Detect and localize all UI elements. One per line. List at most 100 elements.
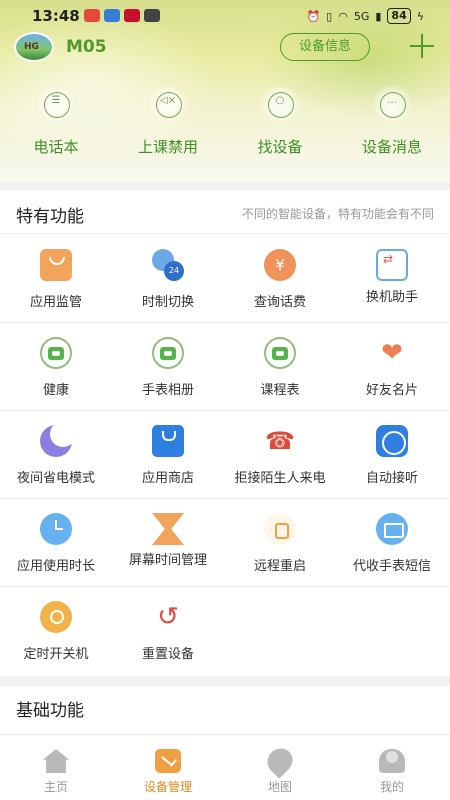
vibrate-icon: ▯ (326, 9, 333, 23)
map-icon (262, 743, 298, 779)
charging-icon: ϟ (416, 9, 424, 23)
quick-label: 设备消息 (361, 138, 422, 156)
device-info-button[interactable]: 设备信息 (280, 33, 370, 61)
grid-item-label: 重置设备 (141, 647, 194, 662)
grid-item-health[interactable]: 健康 (0, 322, 112, 410)
section-title: 基础功能 (16, 701, 84, 721)
network-type: 5G (353, 9, 370, 23)
time-format-icon: 24 (152, 249, 184, 281)
phone-bill-icon: ¥ (264, 249, 296, 281)
device-avatar[interactable] (14, 32, 54, 62)
bottom-nav: 主页 设备管理 地图 我的 (0, 734, 450, 800)
grid-item-screen-time[interactable]: 屏幕时间管理 (112, 498, 224, 586)
nav-label: 地图 (267, 780, 292, 794)
watch-album-icon (152, 337, 184, 369)
grid-item-label: 课程表 (260, 383, 300, 398)
quick-actions: ☰ 电话本 ◁× 上课禁用 ○ 找设备 … 设备消息 (0, 86, 450, 166)
grid-item-label: 代收手表短信 (352, 559, 431, 574)
alarm-icon: ⏰ (306, 9, 321, 23)
auto-answer-icon (376, 425, 408, 457)
grid-item-label: 夜间省电模式 (16, 471, 95, 486)
wechat-icon (144, 9, 160, 22)
grid-item-label: 换机助手 (365, 290, 418, 305)
grid-item-app-usage[interactable]: 应用使用时长 (0, 498, 112, 586)
timetable-icon (264, 337, 296, 369)
grid-item-label: 应用使用时长 (16, 559, 95, 574)
section-header: 特有功能 不同的智能设备，特有功能会有不同 (0, 190, 450, 234)
quick-find-device[interactable]: ○ 找设备 (224, 86, 336, 157)
reset-icon: ↺ (157, 602, 179, 632)
status-time: 13:48 (32, 7, 80, 25)
special-functions-section: 特有功能 不同的智能设备，特有功能会有不同 应用监管 24 时制切换 ¥ 查询话… (0, 190, 450, 676)
app-usage-icon (40, 513, 72, 545)
profile-icon (379, 749, 405, 773)
status-bar: 13:48 ⏰ ▯ ◠ 5G ▮ 84 ϟ (0, 0, 450, 32)
quick-label: 上课禁用 (137, 138, 198, 156)
app-monitor-icon (40, 249, 72, 281)
grid-item-watch-album[interactable]: 手表相册 (112, 322, 224, 410)
notification-icons (84, 9, 160, 22)
screen-time-icon (152, 513, 184, 545)
grid-item-app-store[interactable]: 应用商店 (112, 410, 224, 498)
device-manage-icon (155, 749, 181, 773)
stock-app-icon (84, 9, 100, 22)
remote-reboot-icon (264, 513, 296, 545)
device-switch-icon (376, 249, 408, 281)
home-icon (43, 749, 69, 773)
power-schedule-icon (40, 601, 72, 633)
grid-item-reject-call[interactable]: ☎ 拒接陌生人来电 (224, 410, 336, 498)
health-icon (40, 337, 72, 369)
grid-item-label: 查询话费 (253, 295, 306, 310)
phonebook-icon: ☰ (35, 86, 77, 122)
grid-item-reset-device[interactable]: ↺ 重置设备 (112, 586, 224, 674)
signal-icon: ▮ (375, 9, 382, 23)
grid-item-timetable[interactable]: 课程表 (224, 322, 336, 410)
wifi-icon: ◠ (338, 9, 348, 23)
quick-label: 找设备 (257, 138, 303, 156)
grid-item-night-mode[interactable]: 夜间省电模式 (0, 410, 112, 498)
grid-item-label: 拒接陌生人来电 (234, 471, 326, 486)
quick-class-mute[interactable]: ◁× 上课禁用 (112, 86, 224, 157)
find-device-icon: ○ (259, 86, 301, 122)
section-title: 特有功能 (16, 207, 84, 227)
device-name[interactable]: M05 (66, 37, 107, 57)
bank-app-icon (124, 9, 140, 22)
plus-icon[interactable] (408, 32, 436, 60)
status-indicators: ⏰ ▯ ◠ 5G ▮ 84 ϟ (306, 8, 424, 24)
basic-functions-section: 基础功能 (0, 686, 450, 734)
mute-icon: ◁× (147, 86, 189, 122)
grid-item-label: 应用商店 (141, 471, 194, 486)
nav-label: 设备管理 (143, 780, 192, 794)
grid-item-label: 手表相册 (141, 383, 194, 398)
quick-label: 电话本 (33, 138, 79, 156)
grid-item-label: 健康 (42, 383, 69, 398)
quick-phonebook[interactable]: ☰ 电话本 (0, 86, 112, 157)
quick-device-message[interactable]: … 设备消息 (336, 86, 448, 157)
grid-item-phone-bill[interactable]: ¥ 查询话费 (224, 234, 336, 322)
grid-item-friend-card[interactable]: ❤ 好友名片 (336, 322, 448, 410)
grid-item-label: 应用监管 (29, 295, 82, 310)
grid-item-power-schedule[interactable]: 定时开关机 (0, 586, 112, 674)
app-store-icon (152, 425, 184, 457)
grid-item-label: 时制切换 (141, 295, 194, 310)
grid-item-label: 好友名片 (365, 383, 418, 398)
boss-app-icon (104, 9, 120, 22)
grid-item-remote-reboot[interactable]: 远程重启 (224, 498, 336, 586)
friend-card-icon: ❤ (381, 338, 403, 368)
message-icon: … (371, 86, 413, 122)
header-area: 13:48 ⏰ ▯ ◠ 5G ▮ 84 ϟ M05 设备信息 ☰ 电话本 ◁× (0, 0, 450, 182)
grid-item-time-format[interactable]: 24 时制切换 (112, 234, 224, 322)
grid-item-auto-answer[interactable]: 自动接听 (336, 410, 448, 498)
nav-profile[interactable]: 我的 (336, 735, 448, 800)
nav-device-manage[interactable]: 设备管理 (112, 735, 224, 800)
nav-home[interactable]: 主页 (0, 735, 112, 800)
grid-item-sms-collect[interactable]: 代收手表短信 (336, 498, 448, 586)
night-mode-icon (40, 421, 76, 457)
grid-item-label: 自动接听 (365, 471, 418, 486)
reject-call-icon: ☎ (265, 427, 295, 455)
device-topbar: M05 设备信息 (0, 30, 450, 66)
grid-item-label: 定时开关机 (23, 647, 89, 662)
nav-map[interactable]: 地图 (224, 735, 336, 800)
grid-item-device-switch[interactable]: 换机助手 (336, 234, 448, 322)
grid-item-app-monitor[interactable]: 应用监管 (0, 234, 112, 322)
